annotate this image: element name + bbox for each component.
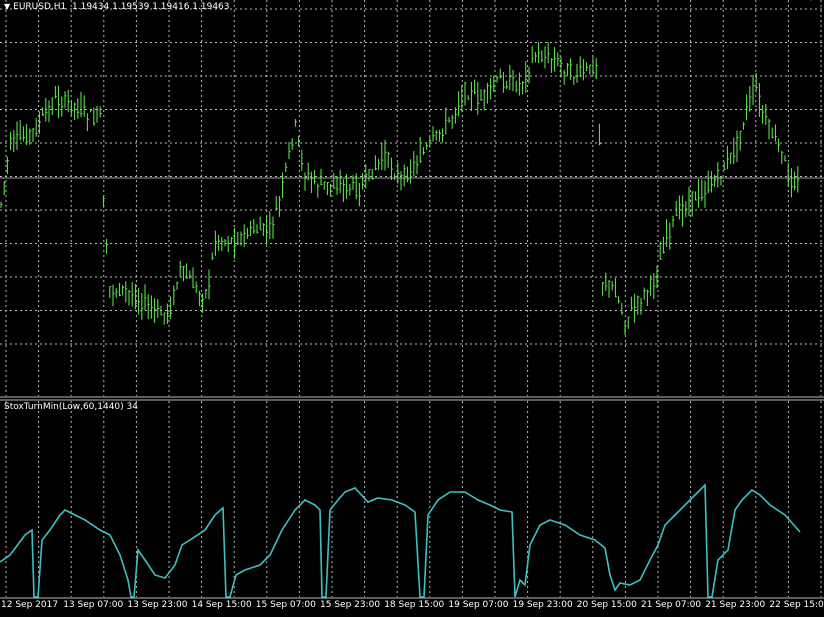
time-axis-label: 15 Sep 23:00 xyxy=(320,600,381,610)
collapse-triangle-icon[interactable]: ▼ xyxy=(4,2,10,11)
time-axis-label: 19 Sep 23:00 xyxy=(512,600,573,610)
time-axis-label: 21 Sep 23:00 xyxy=(705,600,766,610)
time-axis-label: 13 Sep 07:00 xyxy=(63,600,124,610)
open-price: 1.19434 xyxy=(72,2,110,12)
time-axis-label: 12 Sep 2017 xyxy=(1,600,59,610)
time-axis-label: 22 Sep 15:00 xyxy=(769,600,824,610)
close-price: 1.19463 xyxy=(192,2,230,12)
high-price: 1.19539 xyxy=(112,2,150,12)
time-axis-label: 20 Sep 15:00 xyxy=(576,600,637,610)
time-axis-label: 14 Sep 15:00 xyxy=(191,600,252,610)
time-axis-label: 15 Sep 07:00 xyxy=(255,600,316,610)
symbol-name: EURUSD,H1 xyxy=(13,2,67,12)
time-axis-label: 21 Sep 07:00 xyxy=(641,600,702,610)
indicator-grid xyxy=(5,401,822,597)
time-axis-label: 18 Sep 15:00 xyxy=(384,600,445,610)
time-axis-label: 19 Sep 07:00 xyxy=(448,600,509,610)
time-axis-label: 13 Sep 23:00 xyxy=(127,600,188,610)
symbol-ohlc-label: ▼ EURUSD,H1 1.19434 1.19539 1.19416 1.194… xyxy=(4,1,230,13)
chart-shift-marker-icon[interactable] xyxy=(806,0,816,1)
chart-window[interactable]: ▼ EURUSD,H1 1.19434 1.19539 1.19416 1.194… xyxy=(0,0,824,617)
indicator-line xyxy=(0,483,801,598)
price-candles xyxy=(0,41,800,335)
price-and-indicator-chart[interactable] xyxy=(0,0,824,617)
main-grid xyxy=(0,0,824,396)
low-price: 1.19416 xyxy=(152,2,190,12)
indicator-label: StoxTurnMin(Low,60,1440) 34 xyxy=(4,402,138,412)
